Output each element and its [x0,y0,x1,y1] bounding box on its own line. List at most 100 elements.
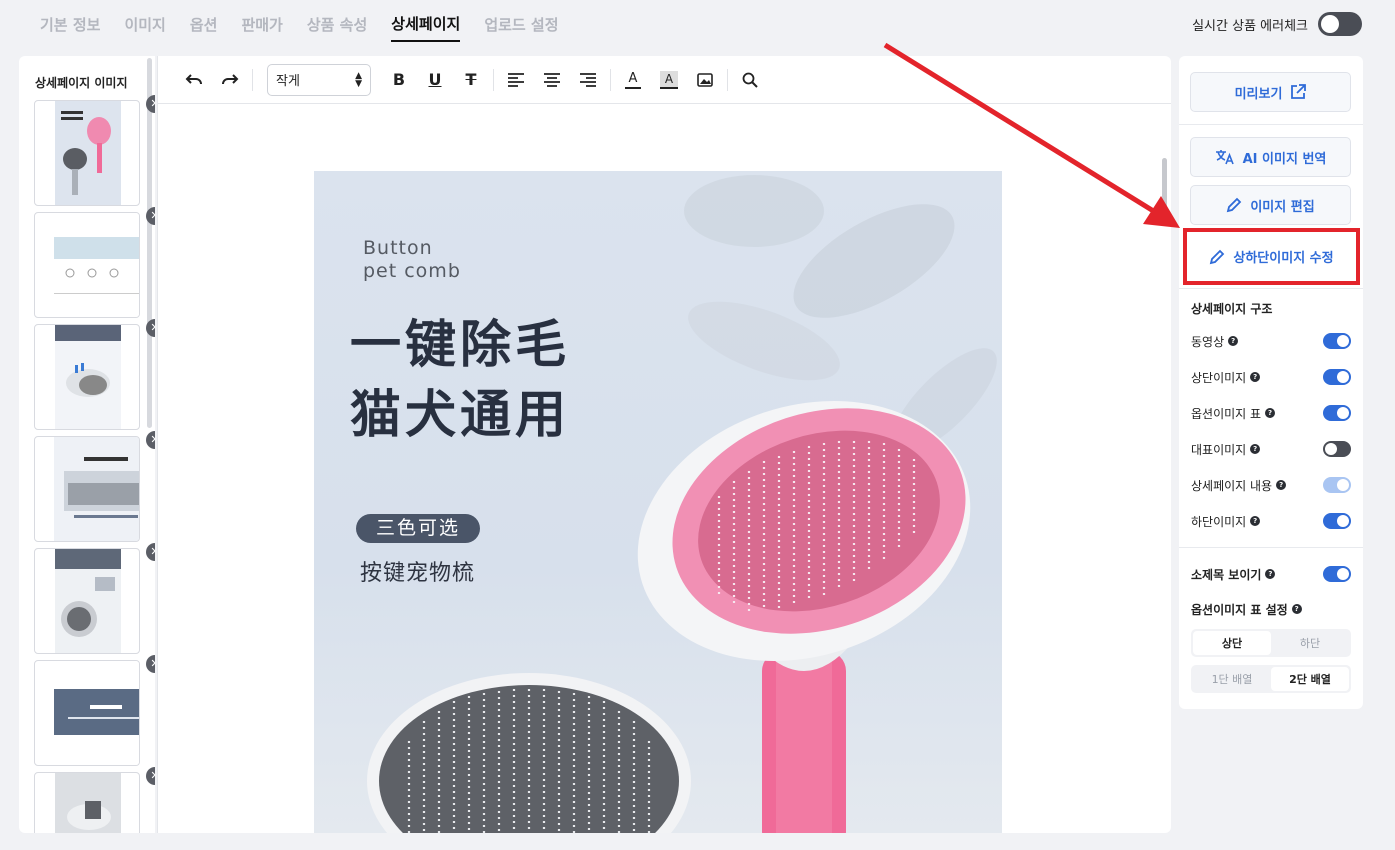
structure-row-video: 동영상? [1191,331,1351,351]
structure-label-text: 대표이미지 [1191,442,1247,457]
realtime-error-check-label: 실시간 상품 에러체크 [1192,18,1308,34]
tab-price[interactable]: 판매가 [241,8,282,41]
remove-thumbnail-5-button[interactable]: ✕ [146,543,155,561]
option-table-position-toggle: 상단 하단 [1191,629,1351,657]
help-icon[interactable]: ? [1250,444,1261,454]
preview-button-label: 미리보기 [1234,86,1283,102]
detail-page-editor: 작게 ▲ ▼ B U T A A Button pet comb 一键除毛 猫犬… [157,56,1171,833]
help-icon[interactable]: ? [1291,604,1302,614]
realtime-error-check-toggle[interactable] [1318,12,1362,36]
tab-basic-info[interactable]: 기본 정보 [40,8,100,41]
thumbnail-image [55,325,121,429]
remove-thumbnail-6-button[interactable]: ✕ [146,655,155,673]
thumbnail-1[interactable] [34,100,140,206]
thumbnail-7[interactable] [34,772,140,833]
image-edit-button[interactable]: 이미지 편집 [1190,185,1351,225]
option-table-toggle[interactable] [1323,405,1351,421]
product-english-title: Button pet comb [363,237,461,283]
thumbnail-image [55,549,121,653]
thumbnail-3[interactable] [34,324,140,430]
thumbnail-list [34,100,140,833]
video-toggle[interactable] [1323,333,1351,349]
toolbar-separator [727,68,728,91]
font-size-select[interactable]: 작게 ▲ ▼ [267,63,371,96]
image-icon[interactable] [687,65,723,95]
underline-icon[interactable]: U [417,65,453,95]
remove-thumbnail-7-button[interactable]: ✕ [146,767,155,785]
bold-icon[interactable]: B [381,65,417,95]
structure-label-text: 하단이미지 [1191,514,1247,529]
structure-row-option-table: 옵션이미지 표? [1191,403,1351,423]
remove-thumbnail-4-button[interactable]: ✕ [146,431,155,449]
align-center-icon[interactable] [534,65,570,95]
structure-label-text: 동영상 [1191,334,1225,349]
realtime-error-check: 실시간 상품 에러체크 [1192,12,1362,36]
translate-icon [1215,150,1234,165]
structure-row-bottom-image: 하단이미지? [1191,511,1351,531]
help-icon[interactable]: ? [1276,480,1287,490]
thumbnail-4[interactable] [34,436,140,542]
product-headline: 一键除毛 猫犬通用 [350,311,570,451]
ai-image-translate-label: AI 이미지 번역 [1242,151,1327,167]
thumbnail-6[interactable] [34,660,140,766]
option-table-settings-row: 옵션이미지 표 설정? [1191,599,1351,619]
top-bottom-image-edit-button[interactable]: 상하단이미지 수정 [1183,228,1360,285]
tab-attributes[interactable]: 상품 속성 [307,8,367,41]
thumbnail-5[interactable] [34,548,140,654]
search-icon[interactable] [732,65,768,95]
main-image-toggle[interactable] [1323,441,1351,457]
option-table-settings-label: 옵션이미지 표 설정? [1191,601,1302,618]
structure-label: 상단이미지? [1191,369,1261,386]
toggle-knob [1325,443,1337,455]
strikethrough-icon[interactable]: T [453,65,489,95]
help-icon[interactable]: ? [1250,372,1261,382]
subtitle-toggle[interactable] [1323,566,1351,582]
ai-image-translate-button[interactable]: AI 이미지 번역 [1190,137,1351,177]
headline-line-1: 一键除毛 [350,316,571,375]
align-right-icon[interactable] [570,65,606,95]
text-color-icon[interactable]: A [625,71,641,89]
toggle-knob [1337,371,1349,383]
help-icon[interactable]: ? [1265,408,1276,418]
tab-upload-settings[interactable]: 업로드 설정 [484,8,558,41]
layout-2-column-option[interactable]: 2단 배열 [1271,667,1349,691]
toolbar-separator [252,68,253,91]
gray-comb-graphic [367,673,691,833]
editor-canvas[interactable]: Button pet comb 一键除毛 猫犬通用 三色可选 按键宠物梳 [158,104,1171,833]
english-title-line-1: Button [363,237,433,259]
help-icon[interactable]: ? [1250,516,1261,526]
tab-options[interactable]: 옵션 [190,8,218,41]
toggle-knob [1337,515,1349,527]
structure-label: 하단이미지? [1191,513,1261,530]
panel-divider [1179,547,1363,548]
redo-icon[interactable] [212,65,248,95]
thumbnail-2[interactable] [34,212,140,318]
subtitle-visibility-row: 소제목 보이기? [1191,564,1351,584]
tab-detail-page[interactable]: 상세페이지 [391,7,461,42]
top-image-toggle[interactable] [1323,369,1351,385]
help-icon[interactable]: ? [1265,569,1276,579]
layout-1-column-option[interactable]: 1단 배열 [1193,667,1271,691]
bottom-image-toggle[interactable] [1323,513,1351,529]
position-bottom-option[interactable]: 하단 [1271,631,1349,655]
text-background-icon[interactable]: A [660,70,678,89]
preview-button[interactable]: 미리보기 [1190,72,1351,112]
structure-label: 동영상? [1191,333,1239,350]
help-icon[interactable]: ? [1228,336,1239,346]
top-tab-bar: 기본 정보 이미지 옵션 판매가 상품 속성 상세페이지 업로드 설정 [40,0,559,48]
structure-section-title: 상세페이지 구조 [1191,302,1273,316]
align-left-icon[interactable] [498,65,534,95]
top-bottom-image-edit-label: 상하단이미지 수정 [1233,251,1334,266]
left-scrollbar[interactable] [147,58,152,428]
tab-images[interactable]: 이미지 [124,8,165,41]
option-table-settings-text: 옵션이미지 표 설정 [1191,602,1288,617]
undo-icon[interactable] [176,65,212,95]
editor-scrollbar[interactable] [1162,158,1167,208]
toolbar-separator [610,68,611,91]
toolbar-separator [493,68,494,91]
position-top-option[interactable]: 상단 [1193,631,1271,655]
structure-label: 상세페이지 내용? [1191,477,1287,494]
structure-label: 대표이미지? [1191,441,1261,458]
structure-row-detail-content: 상세페이지 내용? [1191,475,1351,495]
detail-content-toggle[interactable] [1323,477,1351,493]
